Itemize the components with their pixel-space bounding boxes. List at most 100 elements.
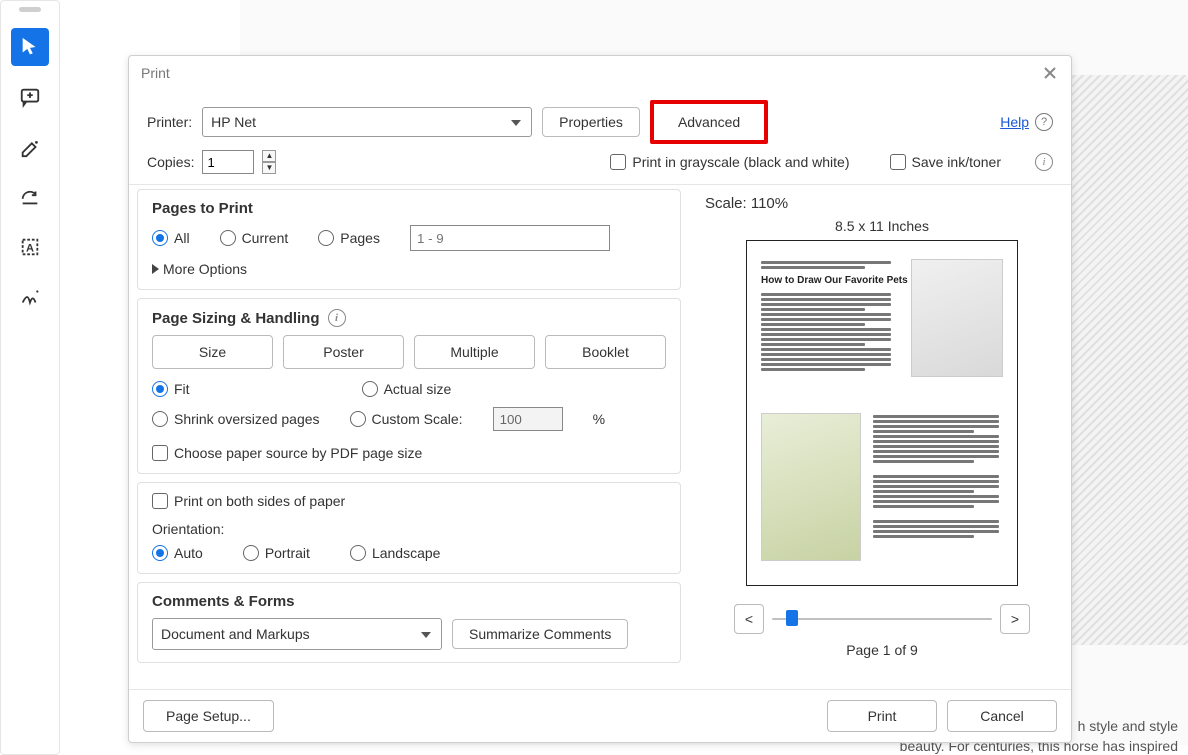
page-slider[interactable] xyxy=(772,616,992,622)
radio-shrink-input[interactable] xyxy=(152,411,168,427)
slider-thumb[interactable] xyxy=(786,610,798,626)
radio-all-input[interactable] xyxy=(152,230,168,246)
dialog-titlebar: Print xyxy=(129,56,1071,90)
radio-actual[interactable]: Actual size xyxy=(362,381,452,397)
printer-select[interactable]: HP Net xyxy=(202,107,532,137)
help-link[interactable]: Help xyxy=(1000,114,1029,130)
preview-nav: < > xyxy=(705,604,1059,634)
tab-booklet[interactable]: Booklet xyxy=(545,335,666,369)
radio-pages-input[interactable] xyxy=(318,230,334,246)
radio-all[interactable]: All xyxy=(152,230,190,246)
printer-value: HP Net xyxy=(211,114,256,130)
text-select-tool[interactable]: A xyxy=(11,228,49,266)
radio-actual-input[interactable] xyxy=(362,381,378,397)
saveink-checkbox[interactable] xyxy=(890,154,906,170)
dialog-body: Pages to Print All Current Pages xyxy=(129,184,1071,689)
duplex-checkbox[interactable] xyxy=(152,493,168,509)
choose-source-option[interactable]: Choose paper source by PDF page size xyxy=(152,445,666,461)
pct-label: % xyxy=(593,411,605,427)
page-sizing-section: Page Sizing & Handling i Size Poster Mul… xyxy=(137,298,681,474)
toolbar-grip[interactable] xyxy=(19,7,41,12)
print-dialog: Print Printer: HP Net Properties Advance… xyxy=(128,55,1072,743)
pages-to-print-title: Pages to Print xyxy=(152,200,666,217)
comments-title: Comments & Forms xyxy=(152,593,666,610)
radio-landscape-input[interactable] xyxy=(350,545,366,561)
erase-tool[interactable] xyxy=(11,178,49,216)
grayscale-label: Print in grayscale (black and white) xyxy=(632,154,849,170)
help-icon[interactable]: ? xyxy=(1035,113,1053,131)
copies-label: Copies: xyxy=(147,154,194,170)
copies-down[interactable]: ▼ xyxy=(262,162,276,174)
cancel-button[interactable]: Cancel xyxy=(947,700,1057,732)
copies-spinner: ▲ ▼ xyxy=(262,150,276,174)
sign-icon xyxy=(19,286,41,308)
comments-dropdown-value: Document and Markups xyxy=(161,626,310,642)
left-toolbar: A xyxy=(0,0,60,755)
orientation-label: Orientation: xyxy=(152,521,666,537)
next-page-button[interactable]: > xyxy=(1000,604,1030,634)
select-tool[interactable] xyxy=(11,28,49,66)
svg-text:A: A xyxy=(26,243,34,255)
duplex-orientation-section: Print on both sides of paper Orientation… xyxy=(137,482,681,574)
page-number-label: Page 1 of 9 xyxy=(705,642,1059,658)
highlight-tool[interactable] xyxy=(11,128,49,166)
comments-section: Comments & Forms Document and Markups Su… xyxy=(137,582,681,663)
printer-row: Printer: HP Net Properties Advanced Help… xyxy=(129,90,1071,146)
preview-text-block-2 xyxy=(761,293,891,371)
pages-to-print-section: Pages to Print All Current Pages xyxy=(137,189,681,290)
saveink-option[interactable]: Save ink/toner xyxy=(890,154,1002,170)
saveink-info-icon[interactable]: i xyxy=(1035,153,1053,171)
close-icon xyxy=(1043,66,1057,80)
comment-tool[interactable] xyxy=(11,78,49,116)
radio-portrait[interactable]: Portrait xyxy=(243,545,310,561)
prev-page-button[interactable]: < xyxy=(734,604,764,634)
radio-fit-input[interactable] xyxy=(152,381,168,397)
radio-custom-input[interactable] xyxy=(350,411,366,427)
radio-portrait-input[interactable] xyxy=(243,545,259,561)
scale-label: Scale: 110% xyxy=(705,195,1059,212)
page-dimensions: 8.5 x 11 Inches xyxy=(705,218,1059,234)
properties-button[interactable]: Properties xyxy=(542,107,640,137)
dialog-title: Print xyxy=(141,65,170,81)
radio-fit[interactable]: Fit xyxy=(152,381,190,397)
page-range-input[interactable] xyxy=(410,225,610,251)
radio-auto-input[interactable] xyxy=(152,545,168,561)
radio-custom[interactable]: Custom Scale: xyxy=(350,411,463,427)
print-button[interactable]: Print xyxy=(827,700,937,732)
radio-current[interactable]: Current xyxy=(220,230,289,246)
printer-label: Printer: xyxy=(147,114,192,130)
tab-poster[interactable]: Poster xyxy=(283,335,404,369)
choose-source-label: Choose paper source by PDF page size xyxy=(174,445,422,461)
page-setup-button[interactable]: Page Setup... xyxy=(143,700,274,732)
duplex-option[interactable]: Print on both sides of paper xyxy=(152,493,666,509)
summarize-comments-button[interactable]: Summarize Comments xyxy=(452,619,628,649)
doc-text-fragment1: h style and style xyxy=(1078,718,1178,734)
sizing-info-icon[interactable]: i xyxy=(328,309,346,327)
preview-column: Scale: 110% 8.5 x 11 Inches How to Draw … xyxy=(689,185,1071,689)
custom-scale-input[interactable] xyxy=(493,407,563,431)
choose-source-checkbox[interactable] xyxy=(152,445,168,461)
dialog-footer: Page Setup... Print Cancel xyxy=(129,689,1071,742)
sign-tool[interactable] xyxy=(11,278,49,316)
radio-auto[interactable]: Auto xyxy=(152,545,203,561)
tab-multiple[interactable]: Multiple xyxy=(414,335,535,369)
grayscale-option[interactable]: Print in grayscale (black and white) xyxy=(610,154,849,170)
copies-up[interactable]: ▲ xyxy=(262,150,276,162)
comments-dropdown[interactable]: Document and Markups xyxy=(152,618,442,650)
copies-input[interactable] xyxy=(202,150,254,174)
close-button[interactable] xyxy=(1041,64,1059,82)
advanced-button[interactable]: Advanced xyxy=(650,100,768,144)
radio-pages[interactable]: Pages xyxy=(318,230,380,246)
radio-shrink[interactable]: Shrink oversized pages xyxy=(152,411,320,427)
comment-icon xyxy=(19,86,41,108)
help-area: Help ? xyxy=(1000,113,1053,131)
page-sizing-title: Page Sizing & Handling xyxy=(152,310,320,327)
more-options-toggle[interactable]: More Options xyxy=(152,261,666,277)
cursor-icon xyxy=(19,36,41,58)
grayscale-checkbox[interactable] xyxy=(610,154,626,170)
preview-text-block-3 xyxy=(873,413,999,540)
radio-current-input[interactable] xyxy=(220,230,236,246)
radio-landscape[interactable]: Landscape xyxy=(350,545,441,561)
tab-size[interactable]: Size xyxy=(152,335,273,369)
print-preview: How to Draw Our Favorite Pets xyxy=(746,240,1018,586)
